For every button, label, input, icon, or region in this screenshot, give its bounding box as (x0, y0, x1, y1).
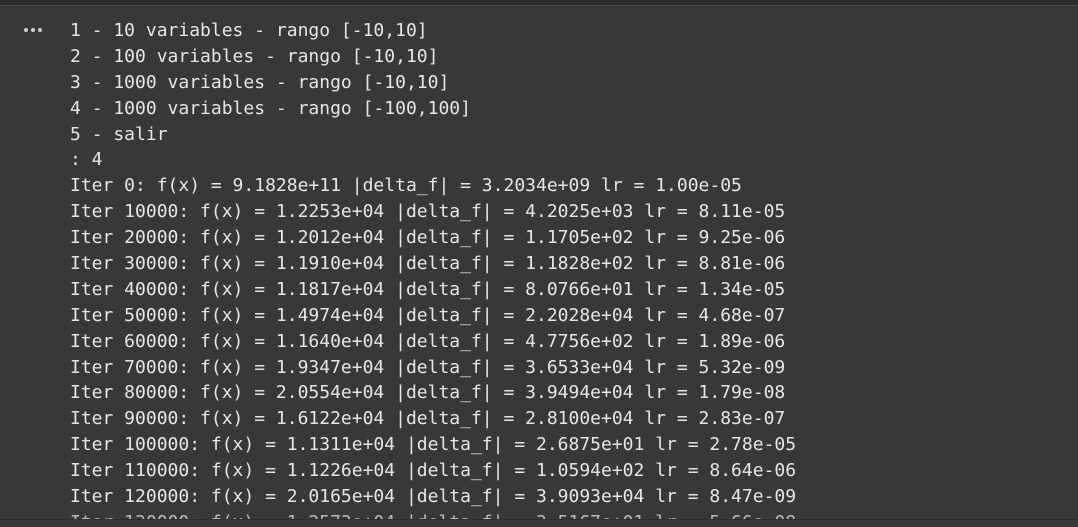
cell-bottom-edge (0, 519, 1078, 527)
output-line: Iter 70000: f(x) = 1.9347e+04 |delta_f| … (70, 356, 786, 378)
output-line: Iter 20000: f(x) = 1.2012e+04 |delta_f| … (70, 227, 786, 249)
output-line: 5 - salir (70, 123, 168, 145)
output-line: Iter 120000: f(x) = 2.0165e+04 |delta_f|… (70, 486, 797, 508)
more-horiz-icon-dot (38, 28, 42, 32)
output-line: 1 - 10 variables - rango [-10,10] (70, 20, 428, 41)
output-more-actions-button[interactable] (18, 20, 48, 40)
output-line: Iter 30000: f(x) = 1.1910e+04 |delta_f| … (70, 253, 786, 275)
stdout-text: 1 - 10 variables - rango [-10,10] 2 - 100… (70, 18, 796, 527)
output-line: Iter 110000: f(x) = 1.1226e+04 |delta_f|… (70, 460, 797, 482)
output-line: Iter 50000: f(x) = 1.4974e+04 |delta_f| … (70, 304, 786, 326)
output-line: Iter 90000: f(x) = 1.6122e+04 |delta_f| … (70, 408, 786, 430)
output-line: Iter 40000: f(x) = 1.1817e+04 |delta_f| … (70, 278, 786, 300)
more-horiz-icon-dot (31, 28, 35, 32)
notebook-output-cell: 1 - 10 variables - rango [-10,10] 2 - 100… (0, 0, 1078, 527)
output-line: Iter 10000: f(x) = 1.2253e+04 |delta_f| … (70, 201, 786, 223)
cell-top-border (0, 0, 1078, 6)
more-horiz-icon (24, 28, 28, 32)
output-line: Iter 0: f(x) = 9.1828e+11 |delta_f| = 3.… (70, 175, 742, 197)
output-line: Iter 100000: f(x) = 1.1311e+04 |delta_f|… (70, 434, 797, 456)
output-line: 3 - 1000 variables - rango [-10,10] (70, 71, 450, 93)
output-line: 4 - 1000 variables - rango [-100,100] (70, 97, 471, 119)
output-line: Iter 60000: f(x) = 1.1640e+04 |delta_f| … (70, 330, 786, 352)
output-line: : 4 (70, 149, 103, 171)
output-line: 2 - 100 variables - rango [-10,10] (70, 45, 439, 67)
output-line: Iter 80000: f(x) = 2.0554e+04 |delta_f| … (70, 382, 786, 404)
